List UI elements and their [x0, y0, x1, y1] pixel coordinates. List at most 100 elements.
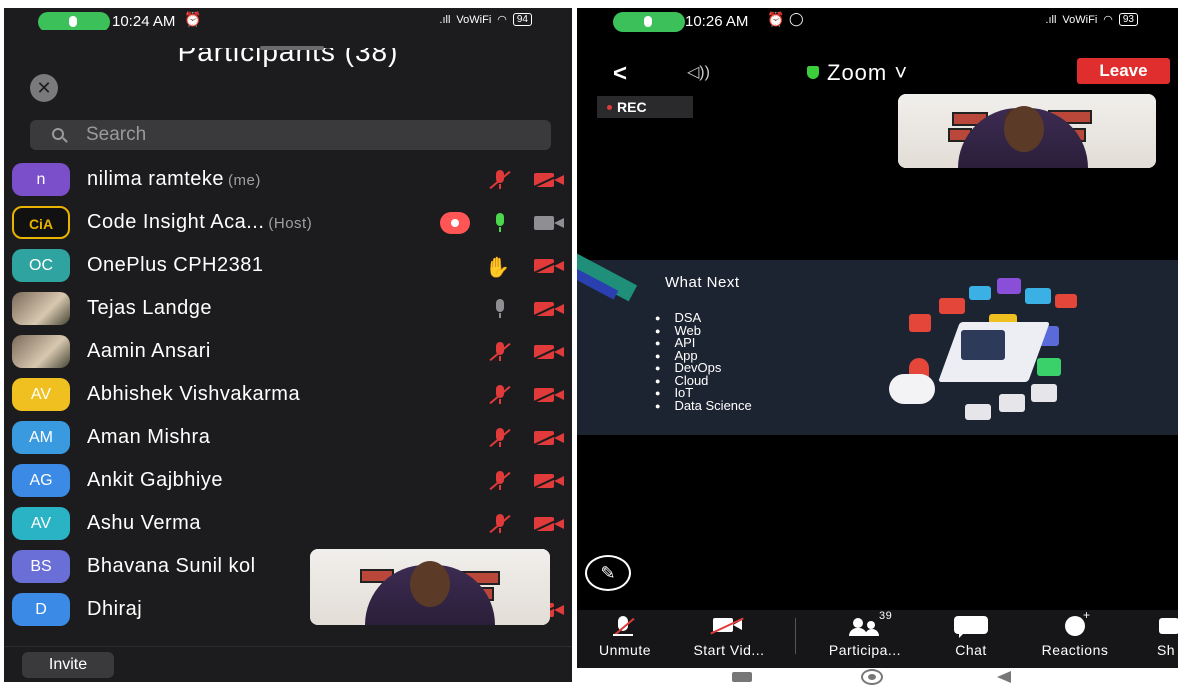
controls-divider	[795, 618, 796, 654]
avatar: n	[12, 163, 70, 196]
video-off-icon	[534, 517, 564, 531]
participant-name: Abhishek Vishvakarma	[87, 383, 301, 405]
participant-name: Bhavana Sunil kol	[87, 555, 256, 577]
participant-name: Tejas Landge	[87, 297, 212, 319]
mic-icon	[644, 16, 652, 27]
share-button[interactable]: Sh	[1151, 614, 1178, 658]
video-off-icon	[681, 614, 777, 638]
unmute-button[interactable]: Unmute	[587, 614, 663, 658]
participant-row[interactable]: OC OnePlus CPH2381 ✋	[4, 244, 572, 287]
avatar: BS	[12, 550, 70, 583]
mic-muted-icon	[490, 428, 510, 448]
android-nav-bar	[577, 668, 1178, 686]
participants-screen: 10:24 AM ⏰ .ıll VoWiFi ◠ 94 Participants…	[4, 8, 572, 682]
reactions-button[interactable]: + Reactions	[1025, 608, 1125, 658]
close-icon: ✕	[36, 78, 52, 98]
participant-name: Ankit Gajbhiye	[87, 469, 223, 491]
chat-button[interactable]: Chat	[941, 614, 1001, 658]
slide-title: What Next	[665, 274, 740, 291]
participants-icon: 39	[815, 610, 915, 638]
video-icon	[534, 216, 564, 230]
raised-hand-icon: ✋	[485, 257, 510, 279]
avatar: AV	[12, 507, 70, 540]
avatar: AV	[12, 378, 70, 411]
ongoing-call-pill[interactable]	[613, 12, 685, 32]
shield-icon	[807, 66, 819, 79]
mic-muted-icon	[490, 342, 510, 362]
ongoing-call-pill[interactable]	[38, 12, 110, 32]
vowifi-label: VoWiFi	[1062, 13, 1098, 26]
leave-button[interactable]: Leave	[1077, 58, 1170, 84]
speaker-video-thumbnail[interactable]	[898, 94, 1156, 168]
invite-button[interactable]: Invite	[22, 652, 114, 678]
home-icon[interactable]	[861, 669, 883, 685]
status-time: 10:24 AM	[112, 13, 176, 30]
participant-name: Aamin Ansari	[87, 340, 211, 362]
alarm-icon: ⏰	[184, 11, 202, 27]
self-video-thumbnail[interactable]	[310, 549, 550, 625]
participant-name: Dhiraj	[87, 598, 143, 620]
meeting-controls: Unmute Start Vid... 39 Participa... Chat…	[577, 608, 1178, 668]
battery-level: 93	[1118, 13, 1138, 26]
avatar: OC	[12, 249, 70, 282]
video-off-icon	[534, 388, 564, 402]
participant-row[interactable]: Aamin Ansari	[4, 330, 572, 373]
bottom-bar: Invite	[4, 646, 572, 682]
status-time: 10:26 AM	[685, 13, 749, 30]
drag-handle[interactable]	[260, 46, 324, 50]
participant-row[interactable]: CiA Code Insight Aca... (Host)	[4, 201, 572, 244]
participant-row[interactable]: AV Ashu Verma	[4, 502, 572, 545]
annotate-button[interactable]: ✎	[585, 555, 631, 591]
whatsapp-icon: ◯	[789, 11, 804, 26]
status-indicators: .ıll VoWiFi ◠ 93	[1045, 13, 1138, 26]
mic-icon	[490, 213, 510, 233]
search-input[interactable]: Search	[30, 120, 551, 150]
video-off-icon	[534, 474, 564, 488]
participant-row[interactable]: AG Ankit Gajbhiye	[4, 459, 572, 502]
slide-list: DSAWebAPIAppDevOpsCloudIoTData Science	[674, 311, 751, 413]
slide-list-item: Data Science	[674, 399, 751, 413]
developer-illustration	[849, 278, 1099, 428]
back-nav-icon[interactable]	[997, 671, 1011, 683]
avatar	[12, 335, 70, 368]
video-off-icon	[534, 259, 564, 273]
mic-icon	[69, 16, 77, 27]
participant-row[interactable]: AM Aman Mishra	[4, 416, 572, 459]
speaker-icon[interactable]: ◁))	[687, 62, 710, 82]
smiley-icon: +	[1025, 608, 1125, 638]
mic-muted-icon	[490, 170, 510, 190]
alarm-icon: ⏰	[767, 11, 785, 27]
muted-mic-icon	[587, 614, 663, 638]
wifi-icon: ◠	[1103, 14, 1113, 26]
participant-tag: (Host)	[268, 215, 313, 232]
mic-muted-icon	[490, 385, 510, 405]
participant-row[interactable]: Tejas Landge	[4, 287, 572, 330]
shared-screen-slide: What Next DSAWebAPIAppDevOpsCloudIoTData…	[577, 252, 1178, 435]
video-off-icon	[534, 173, 564, 187]
participant-name: Aman Mishra	[87, 426, 211, 448]
video-off-icon	[534, 345, 564, 359]
signal-icon: .ıll	[439, 13, 451, 26]
participant-row[interactable]: n nilima ramteke (me)	[4, 158, 572, 201]
meeting-title[interactable]: Zoom ˅	[807, 60, 908, 86]
participants-button[interactable]: 39 Participa...	[815, 610, 915, 658]
start-video-button[interactable]: Start Vid...	[681, 614, 777, 658]
recording-icon	[440, 212, 470, 234]
signal-icon: .ıll	[1045, 13, 1057, 26]
recording-badge: REC	[597, 96, 693, 118]
mic-muted-icon	[490, 514, 510, 534]
search-placeholder: Search	[86, 124, 147, 145]
avatar: AG	[12, 464, 70, 497]
participant-tag: (me)	[228, 172, 261, 189]
participant-name: Ashu Verma	[87, 512, 201, 534]
recents-icon[interactable]	[732, 672, 752, 682]
video-off-icon	[534, 302, 564, 316]
wifi-icon: ◠	[497, 14, 507, 26]
status-bar: 10:26 AM ⏰ ◯ .ıll VoWiFi ◠ 93	[577, 8, 1178, 36]
close-button[interactable]: ✕	[30, 74, 58, 102]
back-icon[interactable]: <	[613, 60, 627, 88]
chat-icon	[941, 614, 1001, 638]
meeting-screen: 10:26 AM ⏰ ◯ .ıll VoWiFi ◠ 93 < ◁)) Zoom…	[577, 8, 1178, 668]
mic-icon	[490, 299, 510, 319]
participant-row[interactable]: AV Abhishek Vishvakarma	[4, 373, 572, 416]
